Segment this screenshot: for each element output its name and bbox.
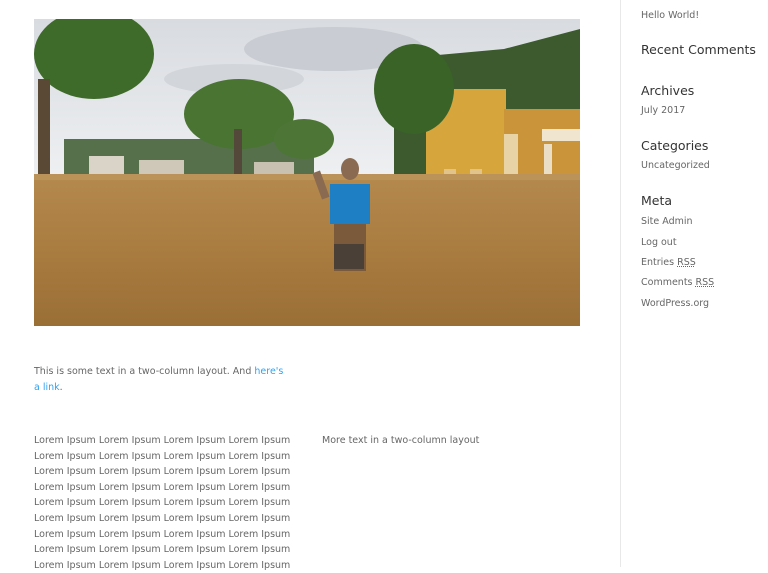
lorem-line: Lorem Ipsum Lorem Ipsum Lorem Ipsum Lore…: [34, 435, 291, 446]
featured-image: [34, 19, 580, 326]
second-column: More text in a two-column layout: [322, 433, 582, 449]
lorem-line: Lorem Ipsum Lorem Ipsum Lorem Ipsum Lore…: [34, 466, 291, 478]
lorem-line: Lorem Ipsum Lorem Ipsum Lorem Ipsum Lore…: [34, 450, 291, 462]
intro-text: This is some text in a two-column layout…: [34, 366, 255, 377]
entries-rss-link[interactable]: Entries RSS: [641, 257, 696, 268]
category-link-uncategorized[interactable]: Uncategorized: [641, 160, 710, 171]
intro-end: .: [59, 382, 63, 393]
flooded-street-photo: [34, 19, 580, 326]
comments-label: Comments: [641, 277, 696, 288]
rss-abbr: RSS: [677, 257, 696, 268]
entries-label: Entries: [641, 257, 678, 268]
recent-comments-heading: Recent Comments: [641, 42, 756, 57]
lorem-line: Lorem Ipsum Lorem Ipsum Lorem Ipsum Lore…: [34, 544, 291, 556]
lorem-line: Lorem Ipsum Lorem Ipsum Lorem Ipsum Lore…: [34, 559, 291, 571]
lorem-column: Lorem Ipsum Lorem Ipsum Lorem Ipsum Lore…: [34, 433, 294, 573]
lorem-line: Lorem Ipsum Lorem Ipsum Lorem Ipsum Lore…: [34, 497, 291, 509]
recent-post-link[interactable]: Hello World!: [641, 10, 699, 21]
main-content: This is some text in a two-column layout…: [0, 0, 620, 571]
lorem-line: Lorem Ipsum Lorem Ipsum Lorem Ipsum Lore…: [34, 512, 291, 524]
log-out-link[interactable]: Log out: [641, 237, 677, 248]
rss-abbr: RSS: [695, 277, 715, 288]
archive-link-july-2017[interactable]: July 2017: [641, 105, 685, 116]
lorem-line: Lorem Ipsum Lorem Ipsum Lorem Ipsum Lore…: [34, 481, 291, 493]
sidebar-divider: [620, 0, 621, 567]
meta-heading: Meta: [641, 193, 673, 208]
site-admin-link[interactable]: Site Admin: [641, 216, 693, 227]
archives-heading: Archives: [641, 83, 695, 98]
column2-text: More text in a two-column layout: [322, 435, 480, 446]
intro-paragraph: This is some text in a two-column layout…: [34, 364, 284, 396]
categories-heading: Categories: [641, 138, 709, 153]
sidebar: Hello World! Recent Comments Archives Ju…: [641, 0, 768, 567]
comments-rss-link[interactable]: Comments RSS: [641, 277, 714, 288]
wordpress-org-link[interactable]: WordPress.org: [641, 298, 709, 309]
lorem-line: Lorem Ipsum Lorem Ipsum Lorem Ipsum Lore…: [34, 528, 291, 540]
